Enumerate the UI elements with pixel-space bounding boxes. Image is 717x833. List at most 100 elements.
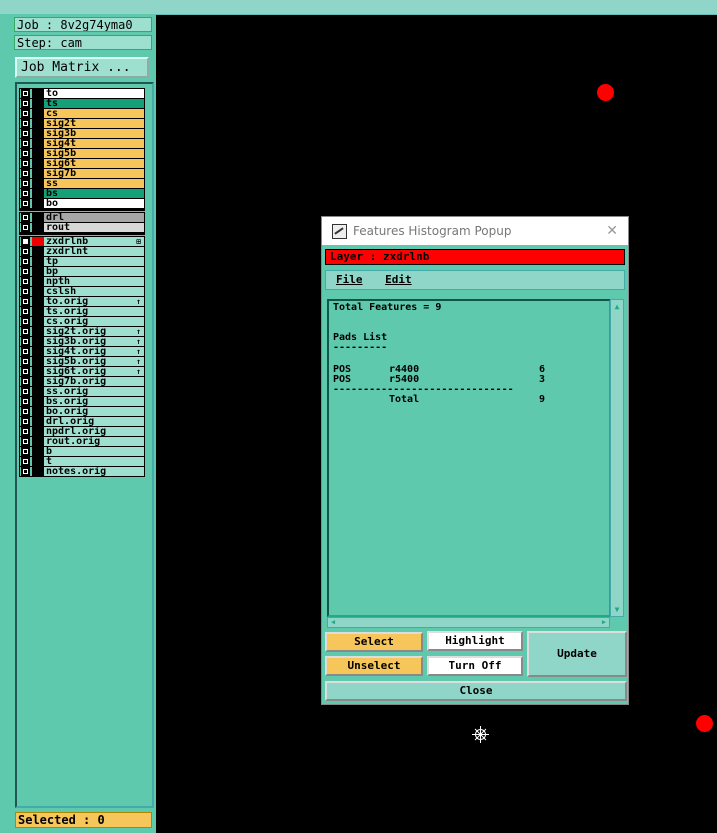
layer-checkbox[interactable]	[21, 327, 30, 336]
layer-name-label[interactable]: rout	[44, 223, 144, 232]
update-button[interactable]: Update	[527, 631, 627, 677]
layer-checkbox[interactable]	[21, 427, 30, 436]
layer-affected-indicator[interactable]	[32, 377, 44, 386]
layer-name-label[interactable]: cslsh	[44, 287, 144, 296]
layer-name-label[interactable]: sig2t.orig	[44, 327, 144, 336]
layer-affected-indicator[interactable]	[32, 267, 44, 276]
unselect-button[interactable]: Unselect	[325, 656, 423, 676]
layer-affected-indicator[interactable]	[32, 467, 44, 476]
layer-affected-indicator[interactable]	[32, 357, 44, 366]
layer-checkbox[interactable]	[21, 199, 30, 208]
layer-name-label[interactable]: bs	[44, 189, 144, 198]
layer-name-label[interactable]: bo	[44, 199, 144, 208]
layer-checkbox[interactable]	[21, 139, 30, 148]
layer-affected-indicator[interactable]	[32, 347, 44, 356]
layer-checkbox[interactable]	[21, 407, 30, 416]
layer-affected-indicator[interactable]	[32, 159, 44, 168]
layer-affected-indicator[interactable]	[32, 367, 44, 376]
layer-checkbox[interactable]	[21, 377, 30, 386]
layer-affected-indicator[interactable]	[32, 237, 44, 246]
layer-name-label[interactable]: ss.orig	[44, 387, 144, 396]
layer-name-label[interactable]: notes.orig	[44, 467, 144, 476]
layer-affected-indicator[interactable]	[32, 129, 44, 138]
highlight-button[interactable]: Highlight	[427, 631, 523, 651]
layer-checkbox[interactable]	[21, 447, 30, 456]
layer-name-label[interactable]: cs.orig	[44, 317, 144, 326]
layer-checkbox[interactable]	[21, 437, 30, 446]
layer-affected-indicator[interactable]	[32, 149, 44, 158]
layer-affected-indicator[interactable]	[32, 109, 44, 118]
layer-name-label[interactable]: sig6t.orig	[44, 367, 144, 376]
layer-name-label[interactable]: npth	[44, 277, 144, 286]
layer-name-label[interactable]: sig3b.orig	[44, 337, 144, 346]
layer-name-label[interactable]: ss	[44, 179, 144, 188]
layer-affected-indicator[interactable]	[32, 277, 44, 286]
layer-affected-indicator[interactable]	[32, 247, 44, 256]
close-icon[interactable]: ✕	[606, 223, 618, 239]
layer-checkbox[interactable]	[21, 467, 30, 476]
layer-name-label[interactable]: sig7b.orig	[44, 377, 144, 386]
layer-name-label[interactable]: bs.orig	[44, 397, 144, 406]
layer-name-label[interactable]: sig2t	[44, 119, 144, 128]
layer-affected-indicator[interactable]	[32, 89, 44, 98]
layer-affected-indicator[interactable]	[32, 407, 44, 416]
layer-checkbox[interactable]	[21, 189, 30, 198]
layer-checkbox[interactable]	[21, 223, 30, 232]
layer-name-label[interactable]: to	[44, 89, 144, 98]
layer-checkbox[interactable]	[21, 417, 30, 426]
layer-name-label[interactable]: ts	[44, 99, 144, 108]
layer-name-label[interactable]: sig7b	[44, 169, 144, 178]
layer-affected-indicator[interactable]	[32, 297, 44, 306]
layer-affected-indicator[interactable]	[32, 139, 44, 148]
layer-affected-indicator[interactable]	[32, 387, 44, 396]
layer-checkbox[interactable]	[21, 179, 30, 188]
layer-name-label[interactable]: bo.orig	[44, 407, 144, 416]
scroll-right-icon[interactable]: ▶	[599, 618, 609, 627]
popup-titlebar[interactable]: Features Histogram Popup ✕	[322, 217, 628, 245]
layer-checkbox[interactable]	[21, 267, 30, 276]
layer-name-label[interactable]: b	[44, 447, 144, 456]
vertical-scrollbar[interactable]: ▲ ▼	[610, 299, 624, 617]
histogram-text[interactable]: Total Features = 9 Pads List --------- POS r…	[327, 299, 611, 617]
layer-name-label[interactable]: to.orig	[44, 297, 144, 306]
layer-checkbox[interactable]	[21, 287, 30, 296]
layer-name-label[interactable]: cs	[44, 109, 144, 118]
layer-checkbox[interactable]	[21, 337, 30, 346]
layer-checkbox[interactable]	[21, 237, 30, 246]
layer-affected-indicator[interactable]	[32, 327, 44, 336]
layer-row-notes.orig[interactable]: notes.orig	[19, 466, 145, 477]
edit-menu[interactable]: Edit	[385, 273, 412, 286]
layer-checkbox[interactable]	[21, 213, 30, 222]
layer-name-label[interactable]: ts.orig	[44, 307, 144, 316]
horizontal-scrollbar[interactable]: ◀ ▶	[327, 617, 610, 628]
layer-name-label[interactable]: rout.orig	[44, 437, 144, 446]
layer-name-label[interactable]: sig5b.orig	[44, 357, 144, 366]
layer-name-label[interactable]: sig4t.orig	[44, 347, 144, 356]
layer-checkbox[interactable]	[21, 119, 30, 128]
layer-checkbox[interactable]	[21, 247, 30, 256]
layer-checkbox[interactable]	[21, 387, 30, 396]
layer-checkbox[interactable]	[21, 357, 30, 366]
layer-checkbox[interactable]	[21, 159, 30, 168]
layer-name-label[interactable]: bp	[44, 267, 144, 276]
layer-affected-indicator[interactable]	[32, 169, 44, 178]
layer-checkbox[interactable]	[21, 257, 30, 266]
layer-name-label[interactable]: tp	[44, 257, 144, 266]
layer-name-label[interactable]: sig4t	[44, 139, 144, 148]
layer-name-label[interactable]: zxdrlnb	[44, 237, 144, 246]
layer-affected-indicator[interactable]	[32, 213, 44, 222]
layer-affected-indicator[interactable]	[32, 307, 44, 316]
layer-affected-indicator[interactable]	[32, 257, 44, 266]
layer-checkbox[interactable]	[21, 89, 30, 98]
turn-off-button[interactable]: Turn Off	[427, 656, 523, 676]
close-button[interactable]: Close	[325, 681, 627, 701]
layer-affected-indicator[interactable]	[32, 317, 44, 326]
layer-name-label[interactable]: npdrl.orig	[44, 427, 144, 436]
scroll-down-icon[interactable]: ▼	[612, 604, 622, 615]
job-matrix-button[interactable]: Job Matrix ...	[15, 57, 149, 78]
layer-affected-indicator[interactable]	[32, 437, 44, 446]
layer-affected-indicator[interactable]	[32, 337, 44, 346]
layer-checkbox[interactable]	[21, 169, 30, 178]
layer-affected-indicator[interactable]	[32, 397, 44, 406]
layer-checkbox[interactable]	[21, 109, 30, 118]
